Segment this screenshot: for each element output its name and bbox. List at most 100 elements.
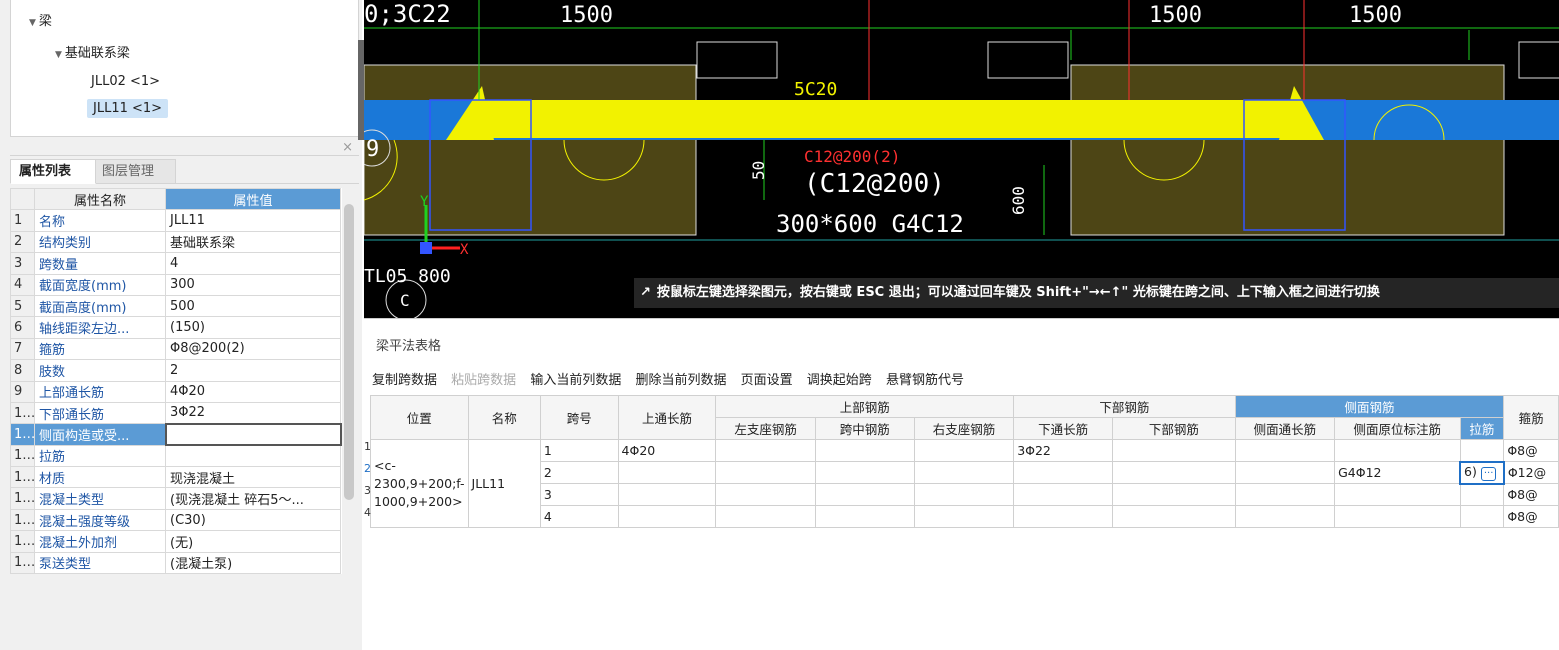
cell-tie-editing[interactable]: 6) ···	[1459, 460, 1505, 485]
collapse-arrow-icon[interactable]: ▼	[55, 50, 62, 60]
property-value[interactable]: 现浇混凝土	[165, 466, 341, 489]
property-name[interactable]: 混凝土类型	[34, 487, 166, 510]
delete-column-button[interactable]: 删除当前列数据	[635, 373, 726, 388]
cell[interactable]	[1112, 483, 1236, 506]
cell-stirrup[interactable]: Φ8@	[1503, 505, 1559, 528]
property-value[interactable]: JLL11	[165, 209, 341, 232]
cell[interactable]	[1234, 439, 1336, 462]
cell-stirrup[interactable]: Φ8@	[1503, 439, 1559, 462]
cell-side-original[interactable]	[1334, 483, 1461, 506]
cell[interactable]	[1112, 505, 1236, 528]
property-row[interactable]: 8 肢数 2	[10, 359, 341, 382]
cell-stirrup[interactable]: Φ12@	[1503, 461, 1559, 484]
property-row[interactable]: 14 混凝土类型 (现浇混凝土 碎石5～...	[10, 487, 341, 510]
cell-bottom-through[interactable]	[1013, 483, 1114, 506]
property-row[interactable]: 6 轴线距梁左边... (150)	[10, 316, 341, 339]
cantilever-code-button[interactable]: 悬臂钢筋代号	[886, 373, 964, 388]
close-icon[interactable]: ×	[342, 140, 353, 155]
cell-name[interactable]: JLL11	[467, 439, 541, 528]
input-column-button[interactable]: 输入当前列数据	[530, 373, 621, 388]
cell[interactable]	[913, 505, 1015, 528]
tree-node-beam[interactable]: ▼ 梁	[29, 10, 52, 29]
property-row[interactable]: 17 泵送类型 (混凝土泵)	[10, 551, 341, 575]
table-row[interactable]: 3 Φ8@	[371, 483, 1559, 506]
property-value[interactable]	[164, 422, 342, 447]
property-name[interactable]: 跨数量	[34, 252, 166, 275]
table-row[interactable]: <c-2300,9+200;f-1000,9+200> JLL11 1 4Φ20…	[370, 439, 1559, 528]
cell-top-through[interactable]	[617, 461, 717, 484]
property-row[interactable]: 1 名称 JLL11	[10, 209, 341, 232]
property-value[interactable]: (无)	[165, 530, 341, 553]
property-value[interactable]: 3Φ22	[165, 401, 341, 425]
property-row[interactable]: 13 材质 现浇混凝土	[10, 466, 341, 489]
property-name[interactable]: 结构类别	[34, 230, 166, 254]
cell[interactable]	[1112, 439, 1236, 462]
property-row[interactable]: 2 结构类别 基础联系梁	[10, 230, 341, 254]
property-value[interactable]: 4	[165, 252, 341, 275]
property-name[interactable]: 侧面构造或受...	[34, 423, 166, 446]
property-value[interactable]: 300	[165, 273, 341, 296]
property-name[interactable]: 泵送类型	[34, 551, 166, 575]
property-scrollbar[interactable]	[344, 204, 354, 500]
property-value[interactable]: 500	[165, 294, 341, 318]
property-value[interactable]: (混凝土泵)	[165, 551, 341, 575]
property-row[interactable]: 3 跨数量 4	[10, 252, 341, 275]
property-name[interactable]: 箍筋	[34, 337, 166, 361]
swap-start-span-button[interactable]: 调换起始跨	[807, 373, 872, 388]
more-options-icon[interactable]: ···	[1480, 467, 1497, 481]
cell-top-through[interactable]	[617, 505, 717, 528]
property-row[interactable]: 15 混凝土强度等级 (C30)	[10, 508, 341, 532]
cell-position[interactable]: <c-2300,9+200;f-1000,9+200>	[370, 439, 469, 528]
cell-side-original[interactable]	[1334, 439, 1461, 462]
cell[interactable]	[913, 483, 1015, 506]
cell[interactable]	[1234, 505, 1336, 528]
tab-property-list[interactable]: 属性列表	[10, 159, 96, 184]
property-name[interactable]: 截面宽度(mm)	[34, 273, 166, 296]
cell-tie[interactable]	[1459, 439, 1505, 462]
tree-item-jll11[interactable]: JLL11 <1>	[87, 99, 169, 118]
cell-tie[interactable]	[1459, 483, 1505, 506]
property-name[interactable]: 下部通长筋	[34, 401, 166, 425]
tree-item-jll02[interactable]: JLL02 <1>	[91, 72, 160, 91]
collapse-arrow-icon[interactable]: ▼	[29, 18, 36, 28]
property-name[interactable]: 上部通长筋	[34, 380, 166, 403]
property-row[interactable]: 9 上部通长筋 4Φ20	[10, 380, 341, 403]
cell-bottom-through[interactable]	[1013, 505, 1114, 528]
cad-canvas[interactable]: 0;3C22 1500 1500 1500 5C20 C12@200(2) 50…	[364, 0, 1559, 318]
cell[interactable]	[715, 461, 816, 484]
cell[interactable]	[715, 483, 816, 506]
cell-span[interactable]: 3	[539, 483, 619, 506]
panel-splitter[interactable]: ×	[10, 140, 359, 156]
property-name[interactable]: 拉筋	[34, 444, 166, 468]
copy-span-button[interactable]: 复制跨数据	[372, 373, 437, 388]
property-value[interactable]: 2	[165, 359, 341, 382]
property-name[interactable]: 材质	[34, 466, 166, 489]
cell[interactable]	[715, 505, 816, 528]
cell-side-original[interactable]	[1334, 505, 1461, 528]
cell-top-through[interactable]	[617, 483, 717, 506]
property-name[interactable]: 名称	[34, 209, 166, 232]
cell-tie[interactable]	[1459, 505, 1505, 528]
cell-span[interactable]: 1	[539, 439, 619, 462]
cell-stirrup[interactable]: Φ8@	[1503, 483, 1559, 506]
cell-side-original[interactable]: G4Φ12	[1334, 461, 1461, 484]
cell[interactable]	[1234, 461, 1336, 484]
cell-bottom-through[interactable]: 3Φ22	[1013, 439, 1114, 462]
table-row[interactable]: 2 G4Φ12 6) ··· Φ12@	[371, 460, 1559, 485]
cell[interactable]	[814, 461, 915, 484]
property-value[interactable]: (150)	[165, 316, 341, 339]
property-row[interactable]: 10 下部通长筋 3Φ22	[10, 401, 341, 425]
cell[interactable]	[814, 505, 915, 528]
property-name[interactable]: 混凝土强度等级	[34, 508, 166, 532]
property-value[interactable]: (现浇混凝土 碎石5～...	[165, 487, 341, 510]
property-row[interactable]: 5 截面高度(mm) 500	[10, 294, 341, 318]
paste-span-button[interactable]: 粘贴跨数据	[451, 373, 516, 388]
cell-top-through[interactable]: 4Φ20	[617, 439, 717, 462]
cell[interactable]	[1234, 483, 1336, 506]
property-name[interactable]: 截面高度(mm)	[34, 294, 166, 318]
tree-node-foundation-beam[interactable]: ▼ 基础联系梁	[55, 42, 130, 61]
property-value[interactable]: Φ8@200(2)	[165, 337, 341, 361]
cell[interactable]	[814, 439, 915, 462]
property-name[interactable]: 轴线距梁左边...	[34, 316, 166, 339]
cell-bottom-through[interactable]	[1013, 461, 1114, 484]
